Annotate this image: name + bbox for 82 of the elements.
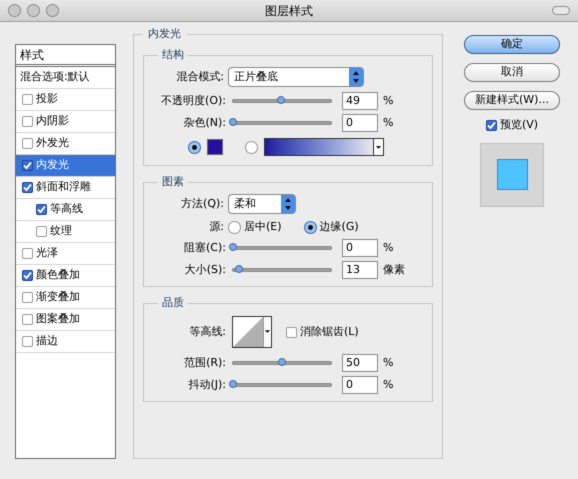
close-icon[interactable]	[8, 4, 21, 17]
popup-menu[interactable]: 正片叠底	[228, 67, 364, 87]
zoom-icon[interactable]	[46, 4, 59, 17]
slider-thumb[interactable]	[278, 358, 286, 366]
unit-label: 像素	[383, 262, 405, 278]
checkbox[interactable]	[22, 314, 33, 325]
slider-label: 大小(S):	[184, 262, 227, 278]
value-field[interactable]: 13	[342, 261, 378, 279]
preview-swatch	[496, 159, 528, 190]
radio-button[interactable]	[304, 220, 317, 234]
dialog-button[interactable]: 确定	[464, 35, 560, 54]
slider-label: 范围(R):	[183, 354, 227, 371]
slider-track[interactable]	[232, 383, 332, 387]
radio-label: 居中(E)	[244, 218, 282, 235]
slider-thumb[interactable]	[277, 96, 286, 104]
list-header: 样式	[16, 45, 115, 67]
unit-label: %	[383, 376, 394, 393]
slider-track[interactable]	[232, 361, 332, 365]
value-field[interactable]: 0	[342, 376, 378, 394]
group-title: 图素	[158, 174, 188, 190]
unit-label: %	[383, 354, 394, 371]
checkbox[interactable]	[36, 204, 47, 215]
radio-button[interactable]	[245, 140, 258, 154]
gradient-picker[interactable]	[264, 138, 384, 156]
contour-curve-icon	[233, 317, 263, 347]
style-list-item[interactable]: 内发光	[16, 155, 115, 177]
checkbox[interactable]	[22, 336, 33, 347]
field-label: 等高线:	[188, 324, 227, 340]
checkbox[interactable]	[286, 326, 297, 338]
contour-picker[interactable]	[232, 316, 272, 348]
color-swatch[interactable]	[207, 139, 223, 155]
window-title: 图层样式	[265, 2, 313, 20]
slider-track[interactable]	[232, 246, 332, 250]
radio-label: 边缘(G)	[320, 218, 359, 235]
slider-thumb[interactable]	[229, 118, 237, 126]
checkmark-icon	[23, 271, 32, 280]
dialog-button[interactable]: 取消	[464, 63, 560, 82]
slider-track[interactable]	[232, 99, 332, 103]
checkbox[interactable]	[486, 120, 497, 131]
value-field[interactable]: 49	[342, 92, 378, 110]
field-label: 源:	[208, 218, 225, 235]
unit-label: %	[383, 114, 394, 131]
up-down-arrows-icon	[349, 68, 363, 86]
dropdown-arrow-icon	[263, 317, 271, 347]
checkmark-icon	[486, 120, 496, 130]
checkmark-icon	[37, 205, 46, 214]
checkmark-icon	[23, 183, 32, 192]
value-field[interactable]: 0	[342, 239, 378, 257]
unit-label: %	[383, 240, 394, 256]
radio-button[interactable]	[188, 140, 201, 154]
slider-label: 杂色(N):	[182, 114, 227, 131]
value-field[interactable]: 50	[342, 354, 378, 372]
radio-button[interactable]	[228, 220, 241, 234]
checkbox[interactable]	[22, 248, 33, 259]
slider-thumb[interactable]	[229, 243, 237, 251]
slider-track[interactable]	[232, 268, 332, 272]
minimize-icon[interactable]	[27, 4, 40, 17]
slider-thumb[interactable]	[234, 265, 243, 273]
slider-label: 阻塞(C):	[183, 240, 227, 256]
checkbox[interactable]	[22, 292, 33, 303]
slider-label: 抖动(J):	[187, 376, 227, 393]
popup-menu[interactable]: 柔和	[228, 194, 296, 214]
checkbox-label: 预览(V)	[500, 117, 538, 133]
checkbox[interactable]	[22, 94, 33, 105]
dialog-button[interactable]: 新建样式(W)...	[464, 91, 560, 110]
value-field[interactable]: 0	[342, 114, 378, 132]
checkbox[interactable]	[22, 182, 33, 193]
up-down-arrows-icon	[281, 195, 295, 213]
checkbox[interactable]	[36, 226, 47, 237]
field-label: 方法(Q):	[180, 196, 225, 212]
toolbar-button[interactable]	[552, 6, 570, 15]
slider-track[interactable]	[232, 121, 332, 125]
unit-label: %	[383, 92, 394, 109]
checkbox[interactable]	[22, 138, 33, 149]
checkbox[interactable]	[22, 160, 33, 171]
field-label: 混合模式:	[175, 68, 225, 85]
checkbox[interactable]	[22, 270, 33, 281]
slider-thumb[interactable]	[229, 380, 237, 388]
checkbox[interactable]	[22, 116, 33, 127]
slider-label: 不透明度(O):	[160, 92, 227, 109]
checkbox-label: 消除锯齿(L)	[300, 324, 359, 340]
checkmark-icon	[23, 161, 32, 170]
